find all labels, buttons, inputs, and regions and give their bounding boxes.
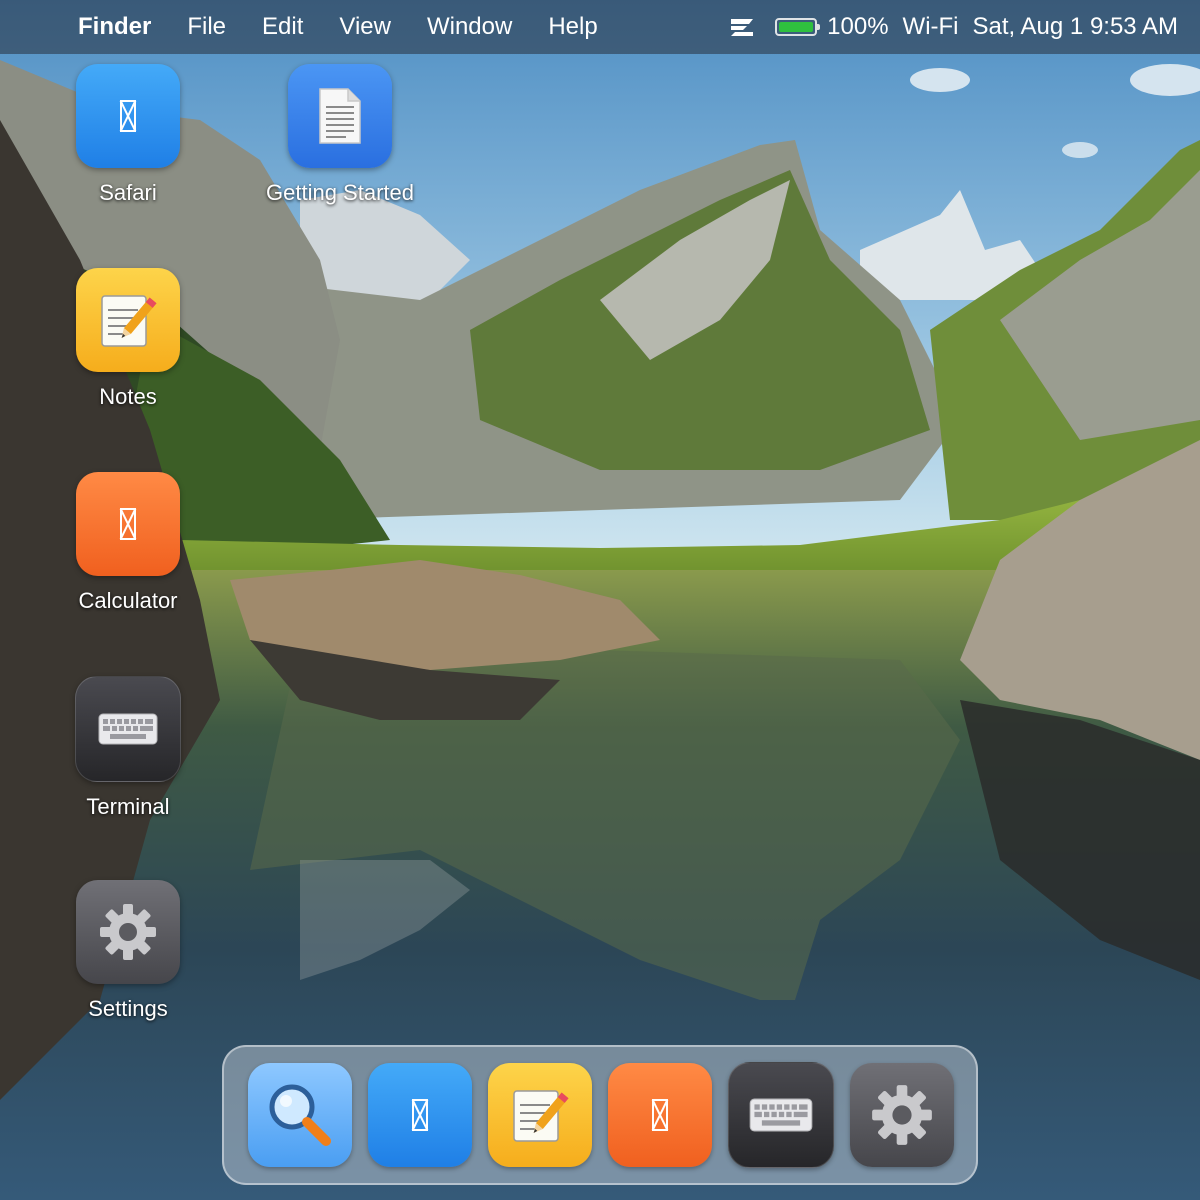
battery-icon[interactable] [775,18,821,36]
keyboard-icon [749,1098,813,1132]
menu-edit[interactable]: Edit [262,13,303,41]
missing-glyph-icon [412,1099,428,1131]
dock-item-calculator[interactable] [608,1063,712,1167]
notes-icon [76,268,180,372]
missing-glyph-icon [120,100,136,132]
desktop-icon-terminal[interactable]: Terminal [23,676,233,820]
battery-fill [779,22,814,32]
notepad-pencil-icon [513,1090,569,1142]
clock[interactable]: Sat, Aug 1 9:53 AM [973,13,1178,41]
missing-glyph-icon [652,1099,668,1131]
safari-icon [76,64,180,168]
menu-bar: Finder File Edit View Window Help 100% W… [0,0,1200,54]
keyboard-icon [98,713,158,745]
document-icon [288,64,392,168]
desktop-icon-calculator[interactable]: Calculator [23,472,233,614]
desktop-icon-getting-started[interactable]: Getting Started [235,64,445,206]
desktop-icon-label: Safari [99,180,157,205]
app-menu-finder[interactable]: Finder [78,13,151,41]
gear-icon [872,1085,932,1145]
desktop-icon-label: Calculator [78,588,178,613]
desktop-icon-label: Settings [88,996,168,1021]
document-page-icon [319,88,361,144]
menu-window[interactable]: Window [427,13,512,41]
notepad-pencil-icon [101,295,157,347]
desktop-icon-label: Terminal [86,794,170,819]
terminal-icon [75,676,181,782]
menu-file[interactable]: File [187,13,226,41]
magnifier-icon [269,1084,331,1146]
dock-item-terminal[interactable] [728,1062,834,1168]
dock-item-notes[interactable] [488,1063,592,1167]
settings-icon [76,880,180,984]
calculator-icon [76,472,180,576]
dock-item-settings[interactable] [850,1063,954,1167]
menu-help[interactable]: Help [548,13,597,41]
wifi-status[interactable]: Wi-Fi [903,13,959,41]
status-area: 100% Wi-Fi Sat, Aug 1 9:53 AM [729,13,1178,41]
desktop-icon-label: Notes [99,384,157,409]
desktop-icon-label: Getting Started [266,180,414,205]
menu-view[interactable]: View [339,13,391,41]
desktop-icon-notes[interactable]: Notes [23,268,233,410]
desktop-icon-settings[interactable]: Settings [23,880,233,1022]
missing-glyph-icon [120,508,136,540]
dock-item-safari[interactable] [368,1063,472,1167]
stage-manager-icon[interactable] [729,16,755,38]
gear-icon [100,904,156,960]
dock [222,1045,978,1185]
dock-item-finder[interactable] [248,1063,352,1167]
desktop-icon-safari[interactable]: Safari [23,64,233,206]
battery-percentage: 100% [827,13,889,40]
